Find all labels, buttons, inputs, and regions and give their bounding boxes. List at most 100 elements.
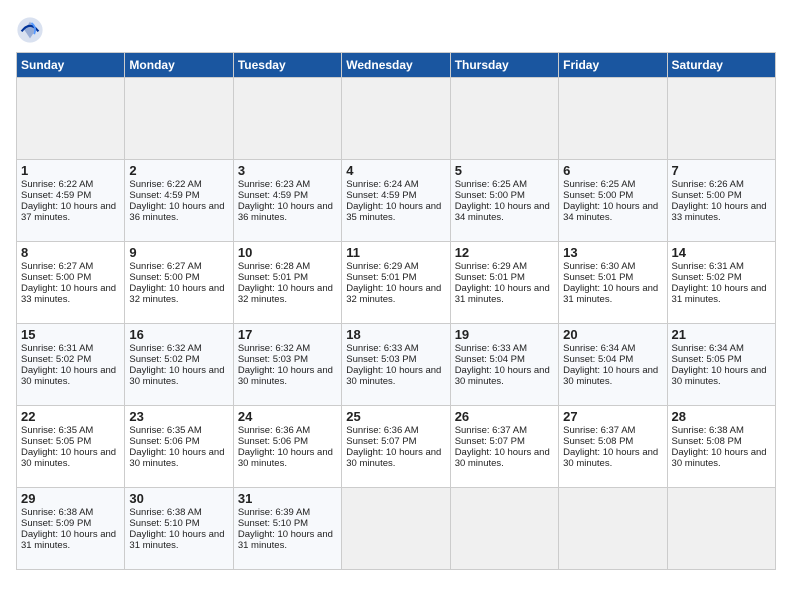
day-number: 13 xyxy=(563,245,662,260)
day-number: 24 xyxy=(238,409,337,424)
sunrise-label: Sunrise: 6:28 AM xyxy=(238,261,310,272)
sunrise-label: Sunrise: 6:38 AM xyxy=(672,425,744,436)
daylight-label: Daylight: 10 hours and 31 minutes. xyxy=(672,283,767,305)
day-number: 19 xyxy=(455,327,554,342)
column-header-tuesday: Tuesday xyxy=(233,53,341,78)
calendar-cell xyxy=(342,78,450,160)
page-container: SundayMondayTuesdayWednesdayThursdayFrid… xyxy=(0,0,792,578)
sunrise-label: Sunrise: 6:35 AM xyxy=(21,425,93,436)
sunrise-label: Sunrise: 6:22 AM xyxy=(129,179,201,190)
sunrise-label: Sunrise: 6:29 AM xyxy=(455,261,527,272)
daylight-label: Daylight: 10 hours and 30 minutes. xyxy=(21,365,116,387)
calendar-cell: 25 Sunrise: 6:36 AM Sunset: 5:07 PM Dayl… xyxy=(342,406,450,488)
sunset-label: Sunset: 5:02 PM xyxy=(21,354,91,365)
header-row: SundayMondayTuesdayWednesdayThursdayFrid… xyxy=(17,53,776,78)
sunrise-label: Sunrise: 6:31 AM xyxy=(21,343,93,354)
day-number: 14 xyxy=(672,245,771,260)
day-number: 9 xyxy=(129,245,228,260)
week-row-5: 29 Sunrise: 6:38 AM Sunset: 5:09 PM Dayl… xyxy=(17,488,776,570)
day-number: 4 xyxy=(346,163,445,178)
sunset-label: Sunset: 5:03 PM xyxy=(238,354,308,365)
calendar-cell xyxy=(667,78,775,160)
sunset-label: Sunset: 5:01 PM xyxy=(563,272,633,283)
daylight-label: Daylight: 10 hours and 30 minutes. xyxy=(672,365,767,387)
calendar-cell: 28 Sunrise: 6:38 AM Sunset: 5:08 PM Dayl… xyxy=(667,406,775,488)
daylight-label: Daylight: 10 hours and 30 minutes. xyxy=(672,447,767,469)
calendar-cell xyxy=(450,78,558,160)
day-number: 10 xyxy=(238,245,337,260)
daylight-label: Daylight: 10 hours and 30 minutes. xyxy=(238,447,333,469)
sunset-label: Sunset: 5:05 PM xyxy=(21,436,91,447)
logo-icon xyxy=(16,16,44,44)
daylight-label: Daylight: 10 hours and 31 minutes. xyxy=(563,283,658,305)
calendar-cell: 21 Sunrise: 6:34 AM Sunset: 5:05 PM Dayl… xyxy=(667,324,775,406)
daylight-label: Daylight: 10 hours and 32 minutes. xyxy=(238,283,333,305)
sunset-label: Sunset: 5:03 PM xyxy=(346,354,416,365)
daylight-label: Daylight: 10 hours and 32 minutes. xyxy=(129,283,224,305)
day-number: 5 xyxy=(455,163,554,178)
daylight-label: Daylight: 10 hours and 31 minutes. xyxy=(238,529,333,551)
calendar-cell: 15 Sunrise: 6:31 AM Sunset: 5:02 PM Dayl… xyxy=(17,324,125,406)
day-number: 28 xyxy=(672,409,771,424)
sunrise-label: Sunrise: 6:37 AM xyxy=(563,425,635,436)
day-number: 1 xyxy=(21,163,120,178)
calendar-cell: 13 Sunrise: 6:30 AM Sunset: 5:01 PM Dayl… xyxy=(559,242,667,324)
calendar-cell: 16 Sunrise: 6:32 AM Sunset: 5:02 PM Dayl… xyxy=(125,324,233,406)
daylight-label: Daylight: 10 hours and 37 minutes. xyxy=(21,201,116,223)
sunrise-label: Sunrise: 6:35 AM xyxy=(129,425,201,436)
daylight-label: Daylight: 10 hours and 36 minutes. xyxy=(238,201,333,223)
sunset-label: Sunset: 5:06 PM xyxy=(238,436,308,447)
sunrise-label: Sunrise: 6:38 AM xyxy=(21,507,93,518)
daylight-label: Daylight: 10 hours and 30 minutes. xyxy=(129,365,224,387)
week-row-2: 8 Sunrise: 6:27 AM Sunset: 5:00 PM Dayli… xyxy=(17,242,776,324)
calendar-cell xyxy=(233,78,341,160)
daylight-label: Daylight: 10 hours and 30 minutes. xyxy=(563,365,658,387)
day-number: 22 xyxy=(21,409,120,424)
calendar-cell: 24 Sunrise: 6:36 AM Sunset: 5:06 PM Dayl… xyxy=(233,406,341,488)
sunrise-label: Sunrise: 6:26 AM xyxy=(672,179,744,190)
sunrise-label: Sunrise: 6:23 AM xyxy=(238,179,310,190)
sunset-label: Sunset: 4:59 PM xyxy=(238,190,308,201)
calendar-cell: 6 Sunrise: 6:25 AM Sunset: 5:00 PM Dayli… xyxy=(559,160,667,242)
calendar-cell: 31 Sunrise: 6:39 AM Sunset: 5:10 PM Dayl… xyxy=(233,488,341,570)
calendar-cell: 27 Sunrise: 6:37 AM Sunset: 5:08 PM Dayl… xyxy=(559,406,667,488)
page-header xyxy=(16,16,776,44)
daylight-label: Daylight: 10 hours and 34 minutes. xyxy=(563,201,658,223)
sunrise-label: Sunrise: 6:32 AM xyxy=(129,343,201,354)
sunrise-label: Sunrise: 6:31 AM xyxy=(672,261,744,272)
sunrise-label: Sunrise: 6:34 AM xyxy=(563,343,635,354)
calendar-cell xyxy=(17,78,125,160)
sunrise-label: Sunrise: 6:30 AM xyxy=(563,261,635,272)
daylight-label: Daylight: 10 hours and 31 minutes. xyxy=(129,529,224,551)
calendar-cell: 22 Sunrise: 6:35 AM Sunset: 5:05 PM Dayl… xyxy=(17,406,125,488)
day-number: 8 xyxy=(21,245,120,260)
column-header-friday: Friday xyxy=(559,53,667,78)
calendar-cell: 10 Sunrise: 6:28 AM Sunset: 5:01 PM Dayl… xyxy=(233,242,341,324)
calendar-cell: 11 Sunrise: 6:29 AM Sunset: 5:01 PM Dayl… xyxy=(342,242,450,324)
sunset-label: Sunset: 5:04 PM xyxy=(455,354,525,365)
sunrise-label: Sunrise: 6:25 AM xyxy=(563,179,635,190)
daylight-label: Daylight: 10 hours and 30 minutes. xyxy=(563,447,658,469)
daylight-label: Daylight: 10 hours and 33 minutes. xyxy=(672,201,767,223)
sunset-label: Sunset: 5:02 PM xyxy=(672,272,742,283)
daylight-label: Daylight: 10 hours and 32 minutes. xyxy=(346,283,441,305)
sunrise-label: Sunrise: 6:22 AM xyxy=(21,179,93,190)
day-number: 25 xyxy=(346,409,445,424)
sunrise-label: Sunrise: 6:39 AM xyxy=(238,507,310,518)
sunset-label: Sunset: 5:06 PM xyxy=(129,436,199,447)
sunset-label: Sunset: 5:05 PM xyxy=(672,354,742,365)
column-header-monday: Monday xyxy=(125,53,233,78)
calendar-cell: 3 Sunrise: 6:23 AM Sunset: 4:59 PM Dayli… xyxy=(233,160,341,242)
calendar-cell xyxy=(125,78,233,160)
sunset-label: Sunset: 5:00 PM xyxy=(21,272,91,283)
column-header-saturday: Saturday xyxy=(667,53,775,78)
sunrise-label: Sunrise: 6:38 AM xyxy=(129,507,201,518)
daylight-label: Daylight: 10 hours and 36 minutes. xyxy=(129,201,224,223)
day-number: 16 xyxy=(129,327,228,342)
week-row-1: 1 Sunrise: 6:22 AM Sunset: 4:59 PM Dayli… xyxy=(17,160,776,242)
sunrise-label: Sunrise: 6:36 AM xyxy=(346,425,418,436)
daylight-label: Daylight: 10 hours and 30 minutes. xyxy=(455,365,550,387)
daylight-label: Daylight: 10 hours and 30 minutes. xyxy=(346,447,441,469)
daylight-label: Daylight: 10 hours and 31 minutes. xyxy=(21,529,116,551)
day-number: 31 xyxy=(238,491,337,506)
